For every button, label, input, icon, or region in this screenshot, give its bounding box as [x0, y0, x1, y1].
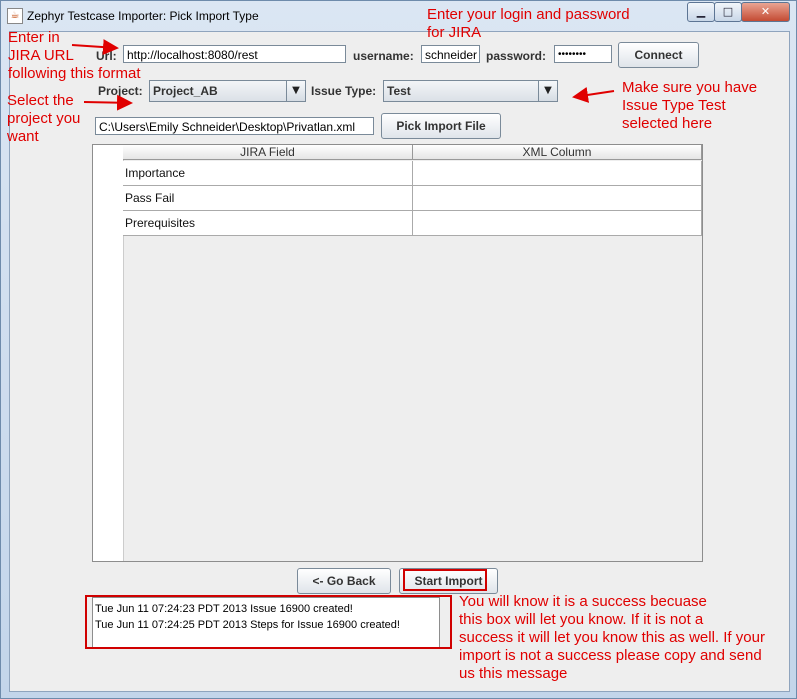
- project-label: Project:: [98, 84, 143, 98]
- log-highlight: [85, 595, 452, 649]
- jira-field-cell[interactable]: Importance: [123, 161, 413, 186]
- maximize-button[interactable]: □: [714, 2, 742, 22]
- username-input[interactable]: schneider: [421, 45, 480, 63]
- chevron-down-icon[interactable]: ▼: [286, 81, 305, 101]
- xml-column-cell[interactable]: [413, 186, 702, 211]
- project-select[interactable]: Project_AB ▼: [149, 80, 306, 102]
- close-button[interactable]: ✕: [741, 2, 790, 22]
- url-input[interactable]: http://localhost:8080/rest: [123, 45, 346, 63]
- pick-import-file-button[interactable]: Pick Import File: [381, 113, 501, 139]
- row-header-column: [93, 145, 124, 561]
- jira-field-cell[interactable]: Prerequisites: [123, 211, 413, 236]
- table-row[interactable]: Pass Fail: [123, 186, 702, 211]
- start-import-highlight: [403, 569, 487, 591]
- table-row[interactable]: Importance: [123, 161, 702, 186]
- project-select-value: Project_AB: [153, 84, 218, 98]
- annotation-issue-type: Make sure you have Issue Type Test selec…: [622, 79, 758, 132]
- annotation-jira-url: Enter in JIRA URL following this format: [8, 29, 141, 82]
- table-row[interactable]: Prerequisites: [123, 211, 702, 236]
- go-back-button[interactable]: <- Go Back: [297, 568, 391, 594]
- annotation-success: You will know it is a success becuase th…: [459, 593, 765, 682]
- minimize-button[interactable]: ▁: [687, 2, 715, 22]
- jira-field-cell[interactable]: Pass Fail: [123, 186, 413, 211]
- issue-type-select-value: Test: [387, 84, 411, 98]
- annotation-project: Select the project you want: [7, 92, 81, 145]
- import-file-path[interactable]: C:\Users\Emily Schneider\Desktop\Privatl…: [95, 117, 374, 135]
- connect-button[interactable]: Connect: [618, 42, 699, 68]
- annotation-login: Enter your login and password for JIRA: [427, 6, 630, 41]
- column-header-xml-column[interactable]: XML Column: [413, 145, 702, 160]
- username-label: username:: [353, 49, 414, 63]
- column-header-jira-field[interactable]: JIRA Field: [123, 145, 413, 160]
- chevron-down-icon[interactable]: ▼: [538, 81, 557, 101]
- password-label: password:: [486, 49, 547, 63]
- window-title: Zephyr Testcase Importer: Pick Import Ty…: [27, 9, 259, 23]
- title-bar[interactable]: ☕ Zephyr Testcase Importer: Pick Import …: [1, 1, 796, 31]
- xml-column-cell[interactable]: [413, 211, 702, 236]
- field-mapping-table: JIRA Field XML Column Importance Pass Fa…: [92, 144, 703, 562]
- xml-column-cell[interactable]: [413, 161, 702, 186]
- java-app-icon: ☕: [7, 8, 23, 24]
- issue-type-label: Issue Type:: [311, 84, 377, 98]
- password-input[interactable]: ••••••••: [554, 45, 612, 63]
- issue-type-select[interactable]: Test ▼: [383, 80, 558, 102]
